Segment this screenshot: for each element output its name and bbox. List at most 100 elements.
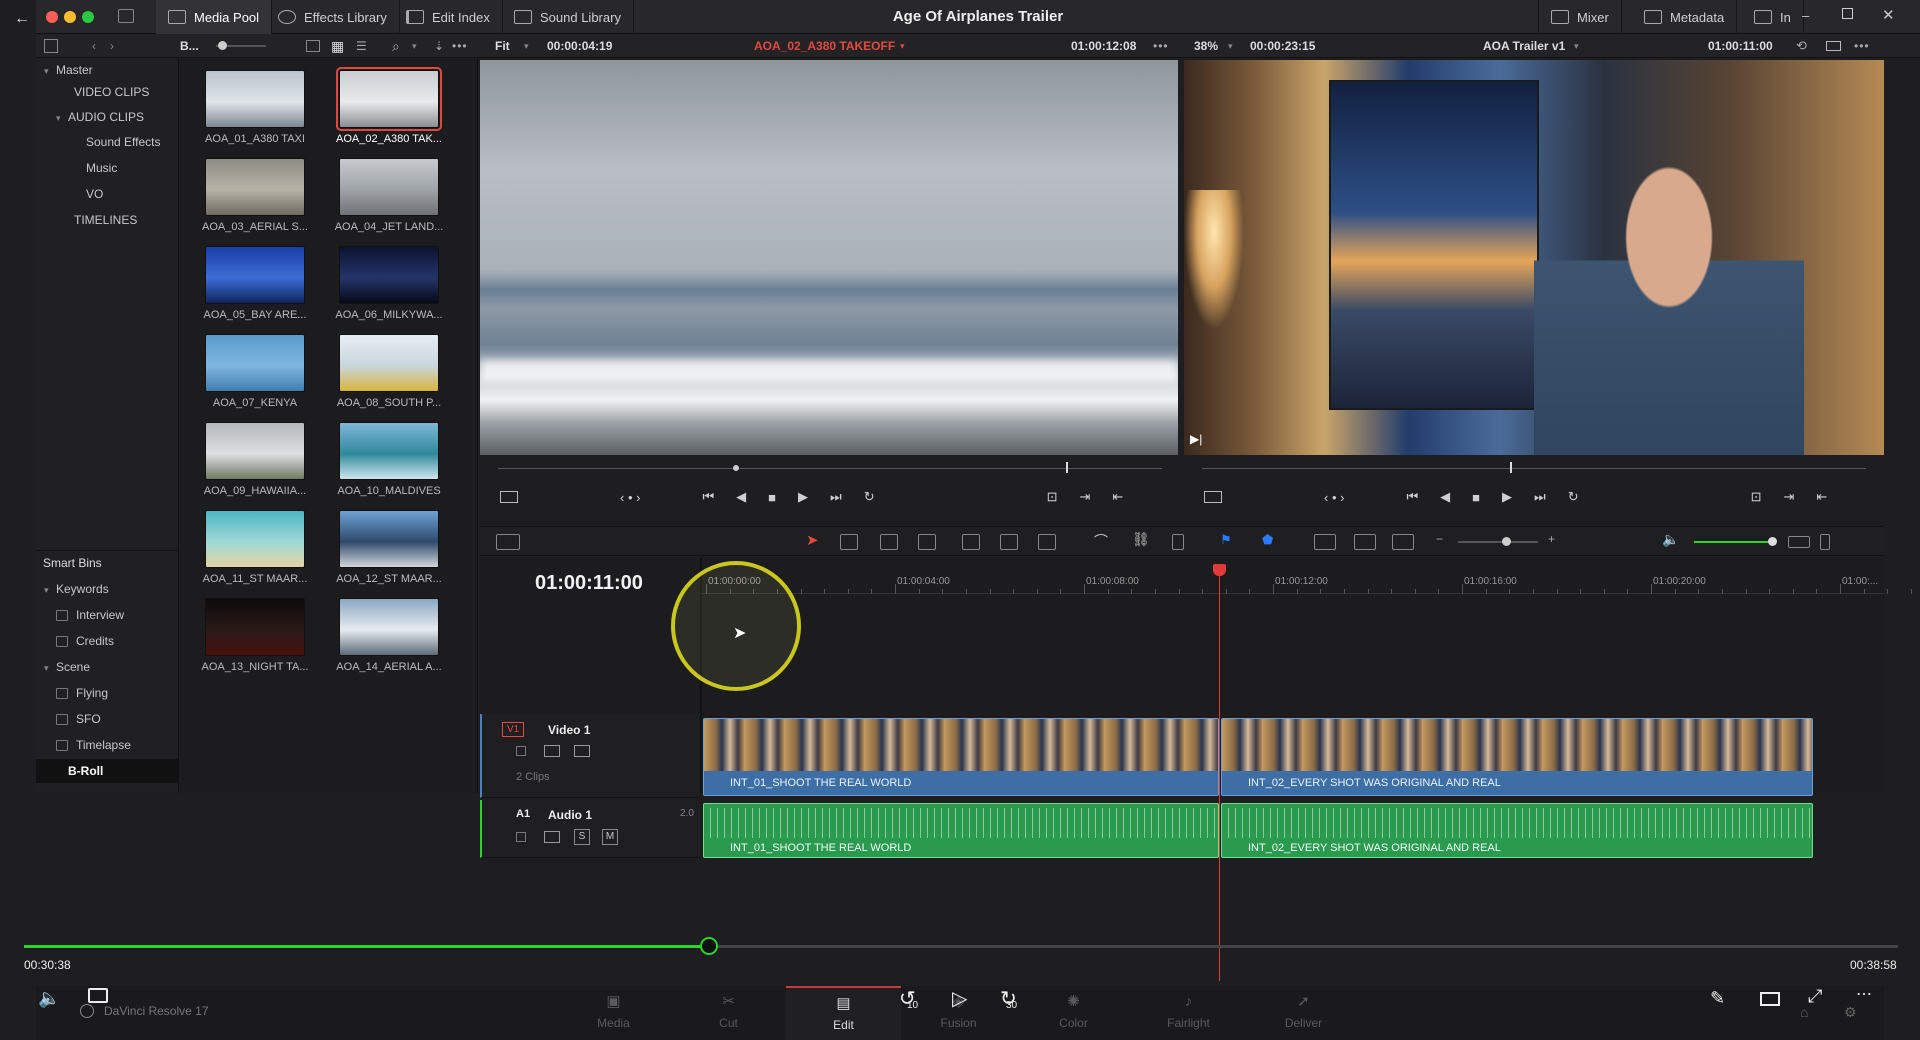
list-view-icon[interactable]: ☰ — [356, 34, 367, 58]
search-icon[interactable]: ⌕ — [392, 34, 400, 58]
viewer-mode-icon[interactable] — [1204, 491, 1222, 503]
trim-tool-icon[interactable] — [840, 534, 858, 550]
metadata-view-icon[interactable] — [306, 40, 320, 52]
stop-icon[interactable]: ■ — [1472, 490, 1480, 505]
play-icon[interactable]: ▶ — [1502, 489, 1512, 505]
track-name[interactable]: Audio 1 — [548, 808, 592, 822]
match-frame-icon[interactable]: ⊡ — [1047, 489, 1058, 505]
minimize-window-button[interactable] — [64, 11, 76, 23]
clip-thumbnail[interactable]: AOA_04_JET LAND... — [322, 158, 456, 233]
play-reverse-icon[interactable]: ◀ — [736, 489, 746, 505]
smart-bin-credits[interactable]: Credits — [36, 629, 114, 653]
nav-back-icon[interactable]: ‹ — [92, 34, 96, 58]
zoom-in-icon[interactable]: + — [1548, 532, 1566, 548]
chevron-down-icon[interactable]: ▾ — [1574, 34, 1579, 58]
timeline-view-options-icon[interactable] — [496, 534, 520, 550]
blade-tool-icon[interactable] — [918, 534, 936, 550]
fullscreen-icon[interactable]: ⤢ — [1808, 986, 1822, 1007]
page-tab-edit[interactable]: ▤ Edit — [786, 986, 901, 1040]
timeline-viewer[interactable]: ▶| — [1184, 60, 1884, 455]
smart-bin-flying[interactable]: Flying — [36, 681, 108, 705]
restore-icon[interactable] — [1842, 8, 1853, 19]
video-clip[interactable]: INT_01_SHOOT THE REAL WORLD — [703, 718, 1219, 796]
track-visibility-icon[interactable] — [574, 745, 590, 757]
page-tab-media[interactable]: ▣ Media — [556, 986, 671, 1040]
smart-bin-timelapse[interactable]: Timelapse — [36, 733, 131, 757]
selection-tool-icon[interactable]: ➤ — [806, 531, 824, 549]
zoom-detail-icon[interactable] — [1354, 534, 1376, 550]
annotate-pen-icon[interactable]: ✎ — [1710, 988, 1725, 1009]
record-options-icon[interactable]: ••• — [1854, 34, 1870, 58]
clip-thumbnail[interactable]: AOA_01_A380 TAXI — [188, 70, 322, 145]
page-tab-color[interactable]: ✺ Color — [1016, 986, 1131, 1040]
replace-clip-icon[interactable] — [1038, 534, 1056, 550]
clip-thumbnail[interactable]: AOA_12_ST MAAR... — [322, 510, 456, 585]
bin-music[interactable]: Music — [36, 156, 117, 180]
captions-icon[interactable] — [88, 988, 108, 1003]
viewer-mode-icon[interactable] — [500, 491, 518, 503]
skip-to-end-icon[interactable]: ⏭ — [830, 489, 842, 505]
timeline-ruler[interactable]: 01:00:00:00 01:00:04:00 01:00:08:00 01:00:1… — [702, 566, 1912, 594]
track-name[interactable]: Video 1 — [548, 723, 590, 737]
clip-thumbnail[interactable]: AOA_10_MALDIVES — [322, 422, 456, 497]
volume-icon[interactable]: 🔈 — [1662, 531, 1680, 547]
clip-thumbnail[interactable]: AOA_02_A380 TAK... — [322, 67, 456, 145]
nav-forward-icon[interactable]: › — [110, 34, 114, 58]
back-arrow-icon[interactable]: ← — [14, 10, 34, 30]
clip-thumbnail[interactable]: AOA_07_KENYA — [188, 334, 322, 409]
skip-to-end-icon[interactable]: ⏭ — [1534, 489, 1546, 505]
dim-icon[interactable] — [1788, 536, 1810, 548]
overwrite-clip-icon[interactable] — [1000, 534, 1018, 550]
picture-in-picture-icon[interactable] — [1760, 992, 1780, 1006]
flag-icon[interactable]: ⚑ — [1220, 532, 1238, 548]
chevron-down-icon[interactable]: ▾ — [524, 34, 529, 58]
maximize-window-button[interactable] — [82, 11, 94, 23]
viewer-mode-icon[interactable] — [1826, 41, 1841, 51]
position-lock-icon[interactable] — [1172, 534, 1184, 550]
play-reverse-icon[interactable]: ◀ — [1440, 489, 1450, 505]
mute-button[interactable]: M — [602, 829, 618, 845]
snapping-icon[interactable]: ⌒ — [1094, 531, 1112, 549]
clip-thumbnail[interactable]: AOA_13_NIGHT TA... — [188, 598, 322, 673]
tab-effects-library[interactable]: Effects Library — [266, 0, 400, 34]
zoom-full-icon[interactable] — [1314, 534, 1336, 550]
lock-icon[interactable] — [516, 832, 526, 842]
play-icon[interactable]: ▶ — [798, 489, 808, 505]
player-progress-knob[interactable] — [700, 937, 719, 955]
mark-out-icon[interactable]: ⇤ — [1112, 489, 1123, 505]
settings-icon[interactable]: ⚙ — [1844, 1004, 1857, 1021]
auto-select-icon[interactable] — [544, 745, 560, 757]
loop-icon[interactable]: ↻ — [1568, 489, 1579, 505]
page-tab-fairlight[interactable]: ♪ Fairlight — [1131, 986, 1246, 1040]
panel-toggle-icon[interactable] — [44, 39, 58, 53]
video-clip[interactable]: INT_02_EVERY SHOT WAS ORIGINAL AND REAL — [1221, 718, 1813, 796]
dynamic-trim-icon[interactable] — [880, 534, 898, 550]
smart-bin-interview[interactable]: Interview — [36, 603, 124, 627]
thumb-size-knob[interactable] — [218, 41, 227, 50]
mark-in-icon[interactable]: ⇥ — [1784, 489, 1795, 505]
audio-meter-icon[interactable] — [1820, 534, 1830, 550]
source-options-icon[interactable]: ••• — [1153, 34, 1169, 58]
tab-sound-library[interactable]: Sound Library — [502, 0, 634, 34]
match-frame-icon[interactable]: ⊡ — [1751, 489, 1762, 505]
page-tab-cut[interactable]: ✂ Cut — [671, 986, 786, 1040]
chevron-down-icon[interactable]: ▾ — [56, 106, 68, 130]
bin-master[interactable]: ▾ Master — [36, 58, 93, 82]
sync-icon[interactable]: ⟲ — [1796, 34, 1807, 58]
zoom-custom-icon[interactable] — [1392, 534, 1414, 550]
bin-options-icon[interactable]: ••• — [452, 34, 468, 58]
marker-icon[interactable]: ⬟ — [1262, 532, 1280, 548]
workspace-icon[interactable] — [118, 9, 134, 23]
chevron-down-icon[interactable]: ▾ — [412, 34, 417, 58]
track-tag-a1[interactable]: A1 — [516, 808, 530, 820]
source-viewer[interactable] — [480, 60, 1178, 455]
bin-video-clips[interactable]: VIDEO CLIPS — [36, 80, 149, 104]
chevron-down-icon[interactable]: ▾ — [44, 578, 56, 602]
zoom-out-icon[interactable]: − — [1436, 532, 1454, 548]
bin-sound-effects[interactable]: Sound Effects — [36, 130, 161, 154]
source-clip-name[interactable]: AOA_02_A380 TAKEOFF — [754, 34, 895, 58]
zoom-slider[interactable] — [1458, 541, 1538, 543]
clip-thumbnail[interactable]: AOA_14_AERIAL A... — [322, 598, 456, 673]
link-icon[interactable]: ⛓ — [1132, 531, 1150, 547]
insert-clip-icon[interactable] — [962, 534, 980, 550]
